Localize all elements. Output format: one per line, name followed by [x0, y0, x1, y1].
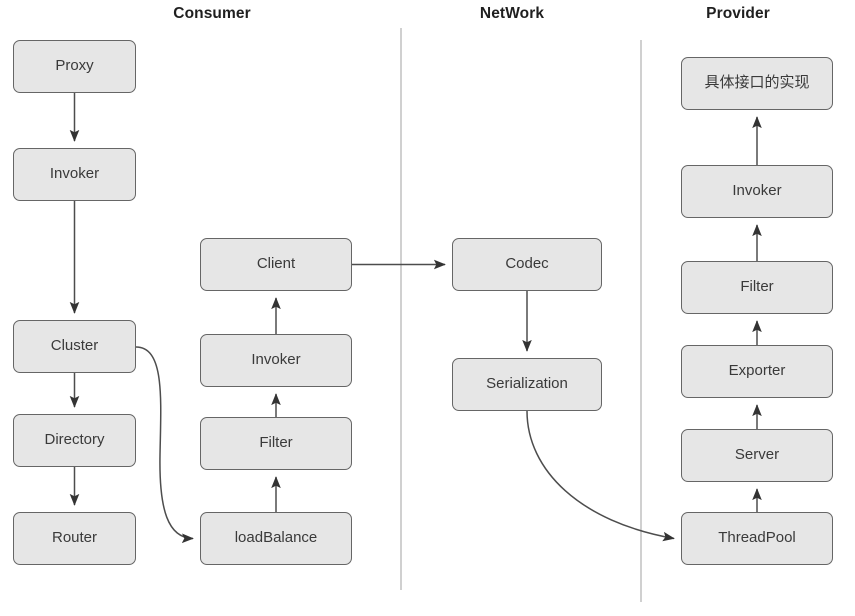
- node-consumer-router[interactable]: Router: [13, 512, 136, 565]
- edge-serialization-to-threadpool: [526, 410, 675, 542]
- consumer-network-divider: [400, 28, 402, 590]
- node-consumer-proxy[interactable]: Proxy: [13, 40, 136, 93]
- node-provider-exporter[interactable]: Exporter: [681, 345, 833, 398]
- node-label: Cluster: [50, 337, 99, 355]
- edge-cluster-to-loadbalance: [135, 346, 194, 544]
- node-consumer-filter[interactable]: Filter: [200, 417, 352, 470]
- node-network-codec[interactable]: Codec: [452, 238, 602, 291]
- node-provider-filter[interactable]: Filter: [681, 261, 833, 314]
- lane-title-consumer: Consumer: [173, 5, 251, 22]
- node-label: Invoker: [49, 165, 100, 183]
- node-consumer-cluster[interactable]: Cluster: [13, 320, 136, 373]
- node-label: Filter: [740, 278, 774, 296]
- node-consumer-loadbalance[interactable]: loadBalance: [200, 512, 352, 565]
- node-label: Codec: [505, 255, 549, 273]
- node-provider-invoker[interactable]: Invoker: [681, 165, 833, 218]
- node-provider-impl[interactable]: 具体接口的实现: [681, 57, 833, 110]
- node-consumer-invoker-mid[interactable]: Invoker: [200, 334, 352, 387]
- lane-title-provider: Provider: [706, 5, 770, 22]
- node-consumer-directory[interactable]: Directory: [13, 414, 136, 467]
- network-provider-divider: [640, 40, 642, 602]
- node-label: 具体接口的实现: [704, 74, 810, 92]
- dubbo-architecture-diagram: Consumer NetWork Provider Proxy Invoker Cl…: [0, 0, 855, 616]
- node-label: ThreadPool: [718, 529, 796, 547]
- node-provider-server[interactable]: Server: [681, 429, 833, 482]
- lane-title-network: NetWork: [479, 5, 545, 22]
- node-label: Directory: [44, 431, 105, 449]
- node-label: Client: [256, 255, 296, 273]
- node-label: Invoker: [251, 351, 301, 369]
- node-label: Exporter: [728, 362, 786, 380]
- node-label: Invoker: [732, 182, 782, 200]
- node-label: Router: [51, 529, 98, 547]
- node-consumer-client[interactable]: Client: [200, 238, 352, 291]
- node-consumer-invoker-left[interactable]: Invoker: [13, 148, 136, 201]
- node-label: Server: [734, 446, 780, 464]
- node-network-serialization[interactable]: Serialization: [452, 358, 602, 411]
- node-label: Filter: [259, 434, 293, 452]
- node-provider-threadpool[interactable]: ThreadPool: [681, 512, 833, 565]
- node-label: Proxy: [55, 57, 94, 75]
- node-label: loadBalance: [234, 529, 318, 547]
- node-label: Serialization: [486, 375, 568, 393]
